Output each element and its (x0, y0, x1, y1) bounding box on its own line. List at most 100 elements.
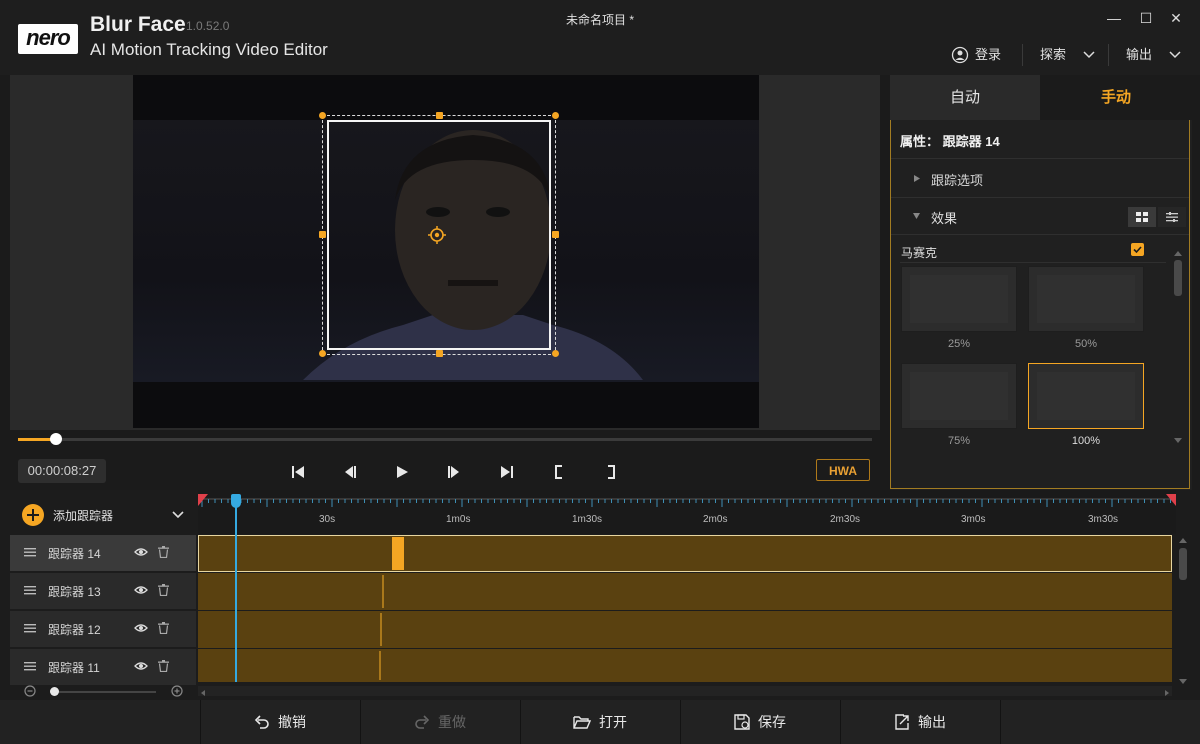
redo-icon (415, 715, 430, 729)
keyframe-marker[interactable] (392, 537, 404, 570)
divider (1000, 700, 1001, 744)
drag-handle-icon[interactable] (24, 622, 36, 636)
next-frame-button[interactable] (441, 460, 467, 484)
section-effects[interactable]: 效果 (931, 208, 957, 227)
drag-handle-icon[interactable] (24, 584, 36, 598)
drag-handle-icon[interactable] (24, 546, 36, 560)
project-title[interactable]: 未命名项目 * (0, 11, 1200, 28)
timeline-horizontal-scrollbar[interactable] (198, 686, 1172, 696)
add-icon (22, 504, 44, 526)
grid-view-button[interactable] (1128, 207, 1156, 227)
tick-label: 2m0s (703, 514, 728, 525)
mosaic-preset-50[interactable] (1028, 266, 1144, 332)
property-title: 属性： 跟踪器 14 (900, 134, 1000, 149)
chevron-down-icon (1083, 51, 1095, 59)
eye-icon[interactable] (134, 584, 148, 598)
save-icon (734, 714, 750, 730)
seek-bar-handle[interactable] (50, 433, 62, 445)
save-button[interactable]: 保存 (680, 700, 840, 744)
output-label: 输出 (918, 714, 946, 730)
playhead-handle[interactable] (231, 494, 241, 508)
login-button[interactable]: 登录 (951, 44, 1001, 66)
zoom-slider-handle[interactable] (50, 687, 59, 696)
trash-icon[interactable] (158, 583, 169, 599)
trash-icon[interactable] (158, 659, 169, 675)
resize-handle-t[interactable] (436, 112, 443, 119)
timeline-vertical-scrollbar[interactable] (1176, 536, 1190, 686)
zoom-in-icon[interactable] (171, 685, 183, 697)
resize-handle-tr[interactable] (552, 112, 559, 119)
export-dropdown[interactable]: 输出 (1126, 44, 1182, 66)
previous-frame-button[interactable] (337, 460, 363, 484)
resize-handle-l[interactable] (319, 231, 326, 238)
tick-label: 30s (319, 514, 336, 525)
mark-out-button[interactable] (598, 460, 624, 484)
track-row[interactable]: 跟踪器 14 (10, 535, 196, 571)
preset-label-25: 25% (947, 338, 971, 350)
resize-handle-r[interactable] (552, 231, 559, 238)
login-label: 登录 (975, 47, 1002, 62)
explore-dropdown[interactable]: 探索 (1040, 44, 1096, 66)
resize-handle-bl[interactable] (319, 350, 326, 357)
eye-icon[interactable] (134, 546, 148, 560)
maximize-button[interactable]: ☐ (1136, 8, 1156, 28)
track-lane-selected[interactable] (198, 535, 1172, 572)
crosshair-target-icon[interactable] (428, 226, 446, 244)
track-lane[interactable] (198, 611, 1172, 648)
seek-bar[interactable] (18, 438, 872, 441)
tab-manual[interactable]: 手动 (1040, 75, 1192, 120)
eye-icon[interactable] (134, 660, 148, 674)
mosaic-preset-25[interactable] (901, 266, 1017, 332)
tick-label: 3m0s (961, 514, 986, 525)
play-button[interactable] (389, 460, 415, 484)
collapse-down-icon (913, 213, 920, 219)
zoom-out-icon[interactable] (24, 685, 36, 697)
minimize-button[interactable]: — (1104, 8, 1124, 28)
track-row[interactable]: 跟踪器 12 (10, 611, 196, 647)
track-row[interactable]: 跟踪器 11 (10, 649, 196, 685)
add-tracker-button[interactable]: 添加跟踪器 (10, 496, 196, 534)
section-tracking-options[interactable]: 跟踪选项 (931, 170, 983, 189)
undo-button[interactable]: 撤销 (200, 700, 360, 744)
keyframe-marker[interactable] (379, 651, 381, 680)
trash-icon[interactable] (158, 545, 169, 561)
mosaic-preset-75[interactable] (901, 363, 1017, 429)
track-lane[interactable] (198, 573, 1172, 610)
divider (1022, 44, 1023, 66)
panel-scrollbar[interactable] (1172, 250, 1184, 445)
track-name: 跟踪器 14 (48, 546, 101, 561)
close-button[interactable]: ✕ (1166, 8, 1186, 28)
output-button[interactable]: 输出 (840, 700, 1000, 744)
list-view-button[interactable] (1158, 207, 1186, 227)
explore-label: 探索 (1040, 47, 1067, 62)
chevron-down-icon (1169, 51, 1181, 59)
open-button[interactable]: 打开 (520, 700, 680, 744)
track-row[interactable]: 跟踪器 13 (10, 573, 196, 609)
mark-in-button[interactable] (546, 460, 572, 484)
track-lane[interactable] (198, 649, 1172, 682)
resize-handle-tl[interactable] (319, 112, 326, 119)
resize-handle-br[interactable] (552, 350, 559, 357)
add-tracker-label: 添加跟踪器 (53, 508, 114, 523)
timeline-ruler[interactable] (198, 490, 1176, 534)
playhead[interactable] (235, 500, 237, 682)
divider (891, 197, 1189, 198)
go-to-start-button[interactable] (285, 460, 311, 484)
mosaic-preset-100[interactable] (1028, 363, 1144, 429)
tab-auto[interactable]: 自动 (890, 75, 1040, 120)
keyframe-marker[interactable] (380, 613, 382, 646)
check-icon (1133, 246, 1142, 254)
mosaic-checkbox[interactable] (1131, 243, 1144, 256)
go-to-end-button[interactable] (494, 460, 520, 484)
eye-icon[interactable] (134, 622, 148, 636)
tick-label: 2m30s (830, 514, 861, 525)
drag-handle-icon[interactable] (24, 660, 36, 674)
hwa-toggle-button[interactable]: HWA (816, 459, 870, 481)
keyframe-marker[interactable] (382, 575, 384, 608)
trash-icon[interactable] (158, 621, 169, 637)
open-label: 打开 (599, 714, 627, 730)
zoom-slider[interactable] (50, 691, 156, 693)
track-name: 跟踪器 11 (48, 660, 100, 675)
redo-button[interactable]: 重做 (360, 700, 520, 744)
resize-handle-b[interactable] (436, 350, 443, 357)
